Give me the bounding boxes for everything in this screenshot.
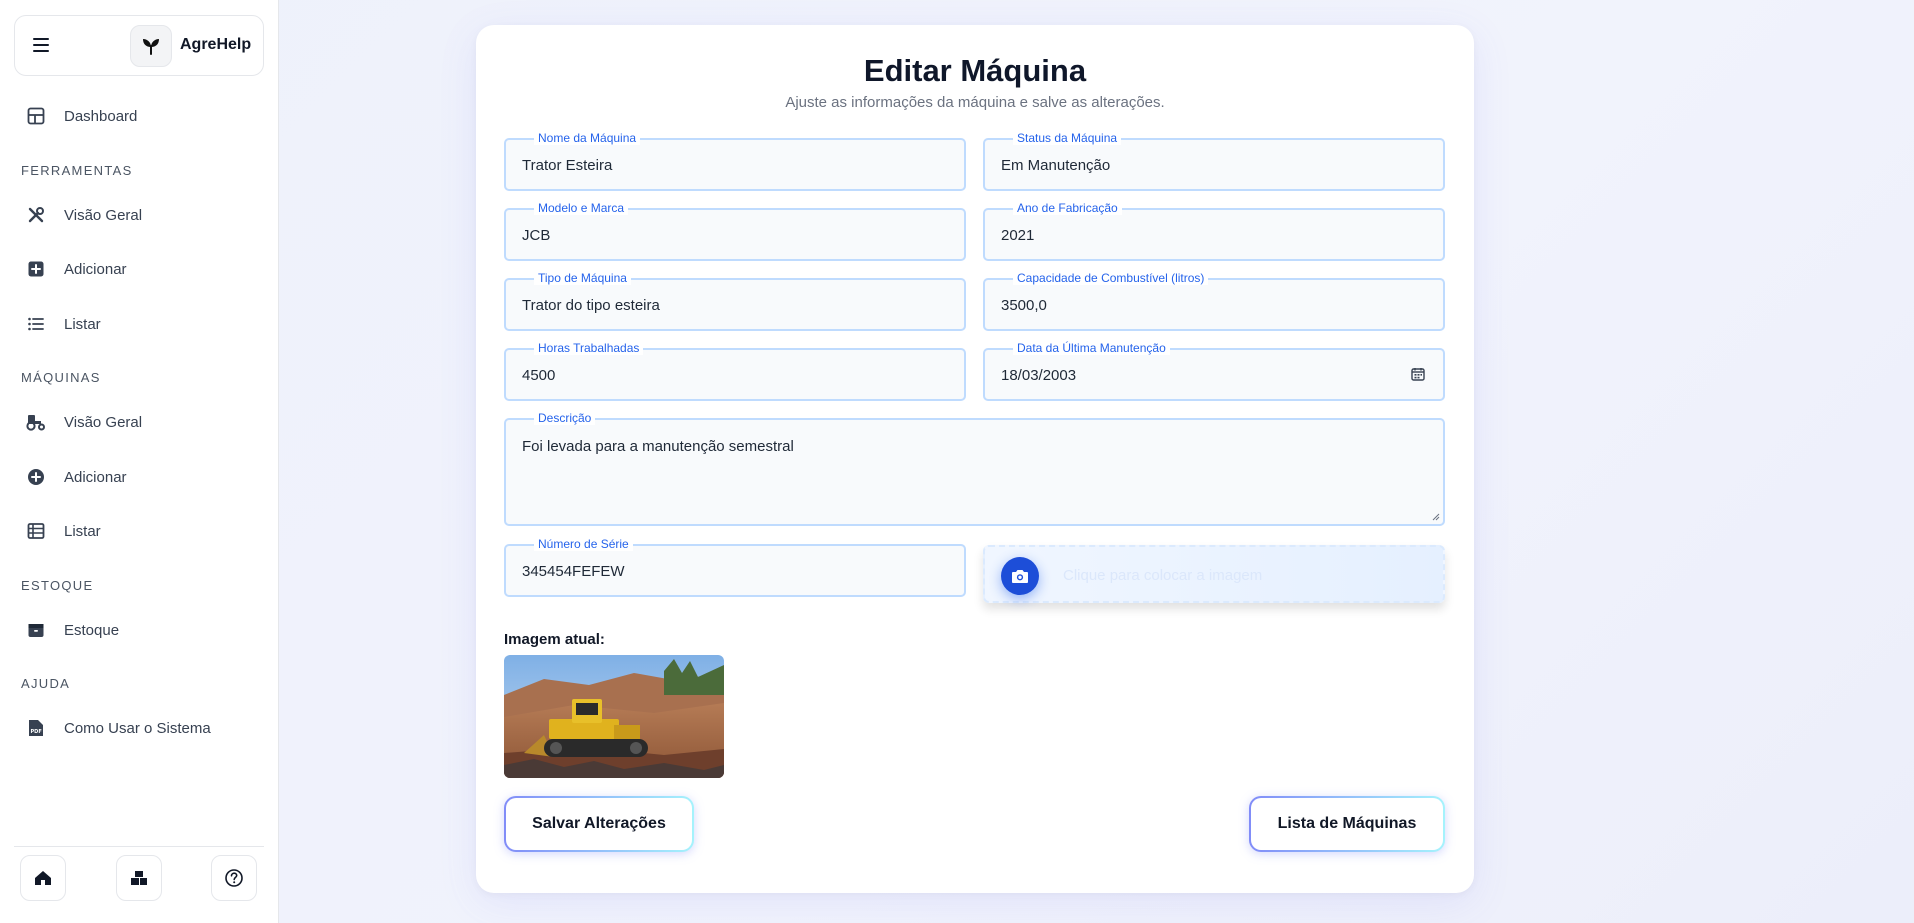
save-changes-button[interactable]: Salvar Alterações (504, 796, 694, 852)
page-subtitle: Ajuste as informações da máquina e salve… (785, 94, 1165, 111)
field-value: Trator do tipo esteira (522, 297, 660, 314)
description-textarea[interactable]: Descrição Foi levada para a manutenção s… (504, 411, 1445, 526)
current-image-label: Imagem atual: (504, 631, 605, 648)
upload-placeholder: Clique para colocar a imagem (1063, 567, 1263, 584)
help-button[interactable] (211, 855, 257, 901)
sidebar-item-dashboard[interactable]: Dashboard (14, 96, 264, 136)
resize-grip-icon[interactable] (1432, 513, 1440, 521)
section-title-ajuda: AJUDA (21, 676, 71, 691)
sidebar-item-label: Visão Geral (64, 413, 143, 431)
hours-worked-field[interactable]: Horas Trabalhadas 4500 (504, 341, 966, 401)
model-brand-field[interactable]: Modelo e Marca JCB (504, 201, 966, 261)
sidebar-item-label: Listar (64, 315, 101, 333)
sidebar-item-help[interactable]: PDF Como Usar o Sistema (14, 708, 264, 748)
manufacture-year-field[interactable]: Ano de Fabricação 2021 (983, 201, 1445, 261)
section-title-maquinas: MÁQUINAS (21, 370, 101, 385)
field-label: Capacidade de Combustível (litros) (1013, 271, 1209, 285)
sidebar-item-label: Adicionar (64, 468, 127, 486)
plus-square-icon (26, 259, 46, 279)
tractor-icon (26, 412, 46, 432)
sprout-icon (143, 39, 159, 55)
pdf-file-icon: PDF (26, 718, 46, 738)
brand-logo (130, 25, 172, 67)
sidebar-item-label: Adicionar (64, 260, 127, 278)
field-value: 345454FEFEW (522, 563, 625, 580)
boxes-icon (131, 871, 147, 885)
question-circle-icon (225, 869, 243, 887)
home-icon (35, 871, 51, 885)
sidebar-header: AgreHelp (14, 15, 264, 76)
sidebar-item-label: Listar (64, 522, 101, 540)
svg-text:PDF: PDF (31, 729, 42, 735)
menu-icon[interactable] (33, 38, 49, 52)
table-icon (26, 521, 46, 541)
field-value: 2021 (1001, 227, 1035, 244)
sidebar-item-maquinas-overview[interactable]: Visão Geral (14, 402, 264, 442)
field-label: Ano de Fabricação (1013, 201, 1122, 215)
fuel-capacity-field[interactable]: Capacidade de Combustível (litros) 3500,… (983, 271, 1445, 331)
tools-icon (26, 205, 46, 225)
edit-machine-card: Editar Máquina Ajuste as informações da … (476, 25, 1474, 893)
field-value: 4500 (522, 367, 556, 384)
field-label: Status da Máquina (1013, 131, 1122, 145)
plus-circle-icon (26, 467, 46, 487)
field-value: Foi levada para a manutenção semestral (522, 438, 794, 455)
sidebar-item-label: Visão Geral (64, 206, 143, 224)
page-title: Editar Máquina (863, 53, 1087, 88)
field-label: Nome da Máquina (534, 131, 641, 145)
sidebar: AgreHelp Dashboard FERRAMENTAS Visão Ger… (0, 0, 279, 923)
last-maintenance-date-field[interactable]: Data da Última Manutenção 18/03/2003 (983, 341, 1445, 401)
field-value: Em Manutenção (1001, 157, 1111, 174)
field-value: 18/03/2003 (1001, 367, 1077, 384)
serial-number-field[interactable]: Número de Série 345454FEFEW (504, 537, 966, 597)
sidebar-item-ferramentas-overview[interactable]: Visão Geral (14, 195, 264, 235)
field-label: Modelo e Marca (534, 201, 629, 215)
sidebar-item-label: Como Usar o Sistema (64, 719, 211, 737)
sidebar-item-ferramentas-list[interactable]: Listar (14, 304, 264, 344)
list-icon (26, 314, 46, 334)
inventory-button[interactable] (116, 855, 162, 901)
field-label: Tipo de Máquina (534, 271, 631, 285)
sidebar-footer-divider (14, 846, 264, 847)
sidebar-item-maquinas-list[interactable]: Listar (14, 511, 264, 551)
field-label: Número de Série (534, 537, 633, 551)
camera-icon[interactable] (1001, 557, 1039, 595)
machine-status-field[interactable]: Status da Máquina Em Manutenção (983, 131, 1445, 191)
home-button[interactable] (20, 855, 66, 901)
brand-name: AgreHelp (180, 36, 252, 53)
machine-name-field[interactable]: Nome da Máquina Trator Esteira (504, 131, 966, 191)
field-label: Horas Trabalhadas (534, 341, 644, 355)
field-label: Descrição (534, 411, 596, 425)
machine-type-field[interactable]: Tipo de Máquina Trator do tipo esteira (504, 271, 966, 331)
field-value: Trator Esteira (522, 157, 613, 174)
sidebar-item-ferramentas-add[interactable]: Adicionar (14, 249, 264, 289)
section-title-estoque: ESTOQUE (21, 578, 94, 593)
sidebar-item-label: Estoque (64, 621, 120, 639)
calendar-icon[interactable] (1411, 367, 1425, 386)
dashboard-icon (26, 106, 46, 126)
sidebar-item-maquinas-add[interactable]: Adicionar (14, 457, 264, 497)
sidebar-item-estoque[interactable]: Estoque (14, 610, 264, 650)
image-upload-dropzone[interactable]: Clique para colocar a imagem (983, 545, 1445, 603)
section-title-ferramentas: FERRAMENTAS (21, 163, 133, 178)
field-value: 3500,0 (1001, 297, 1047, 314)
machine-list-button[interactable]: Lista de Máquinas (1249, 796, 1445, 852)
field-value: JCB (522, 227, 551, 244)
current-machine-image (504, 655, 724, 778)
sidebar-item-label: Dashboard (64, 107, 138, 125)
box-icon (26, 620, 46, 640)
field-label: Data da Última Manutenção (1013, 341, 1170, 355)
